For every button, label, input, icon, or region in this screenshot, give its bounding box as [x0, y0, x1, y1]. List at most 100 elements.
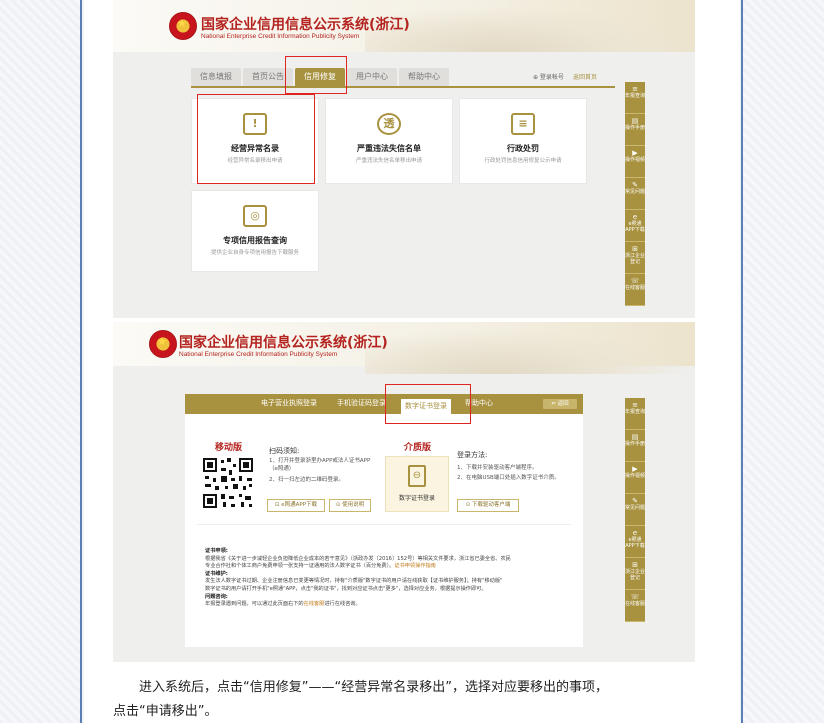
- toolbar-icon: ⊞: [632, 245, 638, 253]
- toolbar-item[interactable]: ☏ 在线客服: [625, 274, 645, 306]
- page-background-left: [0, 0, 82, 723]
- national-emblem-icon: [149, 330, 177, 358]
- toolbar-item[interactable]: ⊞ 浙江企业登记: [625, 558, 645, 590]
- toolbar-item[interactable]: ▤ 操作手册: [625, 430, 645, 462]
- method-step-1: 1、下载并安装驱动客户端程序。: [457, 465, 538, 471]
- tab-e-license-login[interactable]: 电子营业执照登录: [261, 398, 317, 408]
- scan-notice-title: 扫码须知:: [269, 447, 300, 455]
- card-title: 严重违法失信名单: [357, 144, 421, 153]
- toolbar-icon: e: [632, 213, 638, 221]
- card-admin-penalty[interactable]: ≡ 行政处罚 行政处罚信息信用修复公示申请: [459, 98, 587, 184]
- note-apply-text-2: 专业合作社和个体工商户免费申领一张支持一证通用的法人数字证书（百分免费）。证书申…: [205, 563, 436, 570]
- side-toolbar-1: ≡ 年报查询 ▤ 操作手册 ▶ 操作视频 ✎ 常见问题 e e照通APP下载 ⊞ 浙江企业登记 ☏ 在线客…: [625, 82, 645, 306]
- seal-icon: 透: [377, 113, 401, 135]
- scan-step-2: 2、扫一扫左边的二维码登录。: [269, 477, 345, 483]
- toolbar-item[interactable]: e e照通APP下载: [625, 210, 645, 242]
- toolbar-label: 操作视频: [625, 157, 645, 163]
- usage-guide-button[interactable]: ⊙ 使用说明: [329, 499, 371, 512]
- site-title: 国家企业信用信息公示系统(浙江): [201, 17, 410, 33]
- toolbar-label: 在线客服: [625, 601, 645, 607]
- toolbar-label: 浙江企业登记: [625, 253, 645, 265]
- toolbar-icon: ≡: [632, 85, 638, 93]
- toolbar-icon: ▶: [632, 465, 638, 473]
- medium-heading: 介质版: [404, 443, 432, 453]
- login-tabbar: 电子营业执照登录 手机验证码登录 数字证书登录 帮助中心 ⇐ 返回: [185, 394, 583, 414]
- toolbar-item[interactable]: ▶ 操作视频: [625, 146, 645, 178]
- toolbar-icon: ✎: [632, 181, 638, 189]
- card-desc: 提供企业自身专项信用报告下载服务: [210, 250, 299, 256]
- toolbar-icon: ▤: [631, 433, 639, 441]
- screenshot-credit-repair: 国家企业信用信息公示系统(浙江) National Enterprise Cre…: [113, 0, 695, 318]
- toolbar-label: 浙江企业登记: [625, 569, 645, 581]
- toolbar-label: 操作手册: [625, 125, 645, 131]
- toolbar-icon: ☏: [630, 277, 640, 285]
- scan-step-1: 1、打开并登录浙里办APP或法人证书APP（e照通）: [269, 458, 371, 472]
- toolbar-icon: ☏: [630, 593, 640, 601]
- method-step-2: 2、在电脑USB端口处插入数字证书介质。: [457, 475, 560, 481]
- cert-notes: 证书申领: 根据我省《关于进一步减轻企业负担降低企业成本的若干意见》（浙政办发〔…: [205, 548, 565, 609]
- card-title: 专项信用报告查询: [223, 236, 287, 245]
- toolbar-icon: e: [632, 529, 638, 537]
- login-method-title: 登录方法:: [457, 451, 488, 459]
- cert-login-label: 数字证书登录: [398, 495, 435, 502]
- caption-line-2: 点击“申请移出”。: [113, 704, 218, 719]
- toolbar-item[interactable]: ✎ 常见问题: [625, 494, 645, 526]
- site-header: 国家企业信用信息公示系统(浙江) National Enterprise Cre…: [113, 0, 695, 52]
- site-subtitle: National Enterprise Credit Information P…: [201, 33, 360, 40]
- tab-sms-login[interactable]: 手机验证码登录: [337, 398, 386, 408]
- card-serious-violation[interactable]: 透 严重违法失信名单 严重违法失信名单移出申请: [325, 98, 453, 184]
- mobile-heading: 移动版: [215, 443, 243, 453]
- toolbar-icon: ▤: [631, 117, 639, 125]
- toolbar-label: e照通APP下载: [625, 221, 645, 233]
- toolbar-item[interactable]: ≡ 年报查询: [625, 82, 645, 114]
- header-mountain-art: [365, 328, 695, 374]
- document-stamp-icon: ≡: [511, 113, 535, 135]
- header-mountain-art: [365, 6, 695, 52]
- toolbar-item[interactable]: ≡ 年报查询: [625, 398, 645, 430]
- download-driver-button[interactable]: ⊙ 下载驱动客户端: [457, 499, 519, 512]
- toolbar-label: 年报查询: [625, 409, 645, 415]
- toolbar-label: 操作手册: [625, 441, 645, 447]
- toolbar-item[interactable]: ▤ 操作手册: [625, 114, 645, 146]
- toolbar-item[interactable]: ✎ 常见问题: [625, 178, 645, 210]
- online-service-link[interactable]: 在线客服: [304, 601, 325, 607]
- search-doc-icon: ◎: [243, 205, 267, 227]
- site-subtitle: National Enterprise Credit Information P…: [179, 351, 338, 358]
- toolbar-label: 常见问题: [625, 189, 645, 195]
- site-header: 国家企业信用信息公示系统(浙江) National Enterprise Cre…: [113, 322, 695, 374]
- toolbar-label: e照通APP下载: [625, 537, 645, 549]
- card-desc: 行政处罚信息信用修复公示申请: [484, 158, 562, 164]
- toolbar-item[interactable]: ▶ 操作视频: [625, 462, 645, 494]
- login-panel: 电子营业执照登录 手机验证码登录 数字证书登录 帮助中心 ⇐ 返回 移动版 扫码…: [185, 394, 583, 647]
- border-line-left: [80, 0, 82, 723]
- section-divider: [197, 524, 571, 525]
- page-background-right: [742, 0, 824, 723]
- toolbar-item[interactable]: ⊞ 浙江企业登记: [625, 242, 645, 274]
- tab-user-center[interactable]: 用户中心: [347, 68, 397, 86]
- back-button[interactable]: ⇐ 返回: [543, 399, 577, 409]
- toolbar-item[interactable]: ☏ 在线客服: [625, 590, 645, 622]
- toolbar-label: 操作视频: [625, 473, 645, 479]
- login-link[interactable]: ⊕ 登录帐号: [533, 72, 564, 81]
- tab-info-report[interactable]: 信息填报: [191, 68, 241, 86]
- note-maint-text-2: 数字证书的用户请打开手机"e照通"APP，点击"我的证书"，找到对应证书点击"更…: [205, 585, 487, 592]
- note-apply-heading: 证书申领:: [205, 548, 228, 554]
- note-maint-text-1: 发生法人数字证书过期、企业注册信息已变更等情况时，持有"介质版"数字证书的用户请…: [205, 578, 503, 585]
- home-link[interactable]: 返回首页: [573, 72, 597, 81]
- side-toolbar-2: ≡ 年报查询 ▤ 操作手册 ▶ 操作视频 ✎ 常见问题 e e照通APP下载 ⊞ 浙江企业登记 ☏ 在线客…: [625, 398, 645, 622]
- card-credit-report[interactable]: ◎ 专项信用报告查询 提供企业自身专项信用报告下载服务: [191, 190, 319, 272]
- toolbar-icon: ⊞: [632, 561, 638, 569]
- highlight-tab-box: [285, 56, 347, 94]
- toolbar-label: 年报查询: [625, 93, 645, 99]
- toolbar-label: 常见问题: [625, 505, 645, 511]
- e-license-app-download-button[interactable]: ⊡ e照通APP下载: [267, 499, 325, 512]
- cert-login-tile[interactable]: ⊖ 数字证书登录: [385, 456, 449, 512]
- caption-line-1: 进入系统后，点击“信用修复”——“经营异常名录移出”，选择对应要移出的事项，: [139, 680, 608, 695]
- screenshot-cert-login: 国家企业信用信息公示系统(浙江) National Enterprise Cre…: [113, 322, 695, 662]
- note-consult-text: 年报登录遇到问题，可以通过此页面右下的在线客服进行在线咨询。: [205, 601, 361, 608]
- tab-help-center[interactable]: 帮助中心: [399, 68, 449, 86]
- apply-guide-link[interactable]: 证书申领操作指南: [394, 563, 436, 569]
- toolbar-item[interactable]: e e照通APP下载: [625, 526, 645, 558]
- border-line-right: [741, 0, 743, 723]
- highlight-card-box: [197, 94, 315, 184]
